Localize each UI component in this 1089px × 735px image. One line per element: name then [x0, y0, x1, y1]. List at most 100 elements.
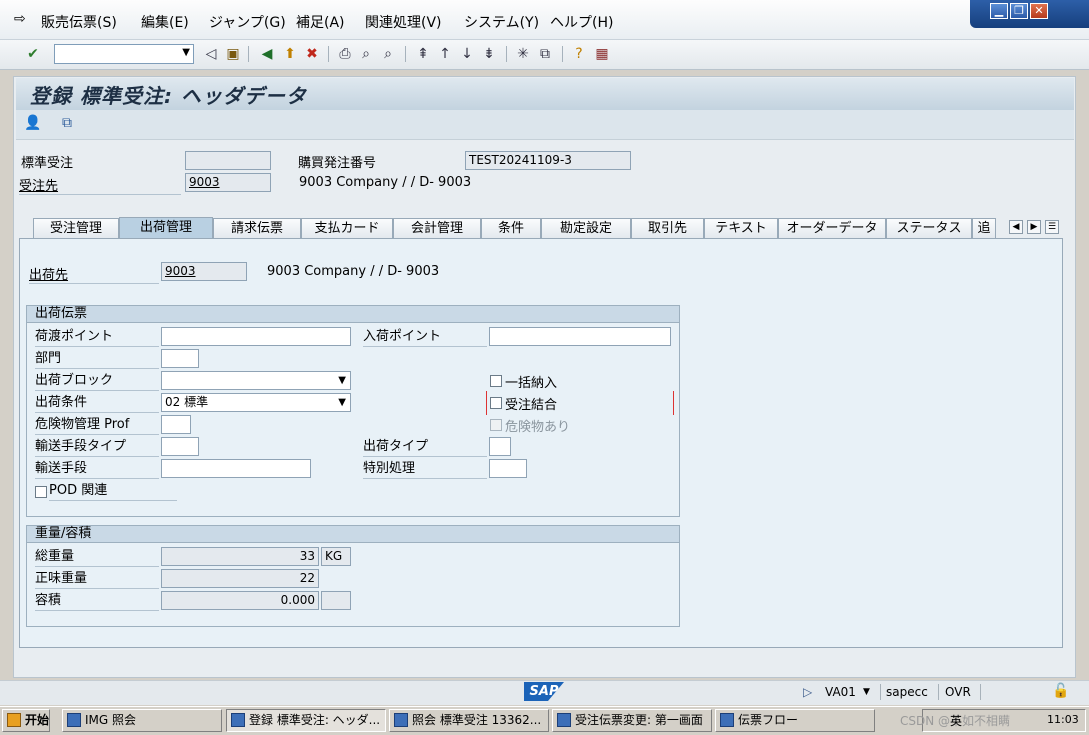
chevron-down-icon[interactable]: ▼ — [338, 394, 346, 411]
task-change-order[interactable]: 受注伝票変更: 第一画面 — [552, 709, 712, 732]
system-name: sapecc — [886, 685, 928, 699]
chevron-down-icon[interactable]: ▼ — [182, 47, 190, 58]
tab-partners[interactable]: 取引先 — [631, 218, 704, 238]
tab-scroll-right-icon[interactable]: ▶ — [1027, 220, 1041, 234]
ship-to-field[interactable]: 9003 — [161, 262, 247, 281]
shipping-point-field[interactable] — [161, 327, 351, 346]
tab-scroll-left-icon[interactable]: ◀ — [1009, 220, 1023, 234]
system-menu-icon[interactable]: ⇨ — [14, 11, 26, 27]
department-field[interactable] — [161, 349, 199, 368]
tab-order-data[interactable]: オーダーデータ — [778, 218, 886, 238]
order-combination-checkbox[interactable] — [490, 397, 502, 409]
previous-page-icon[interactable]: ↑ — [436, 45, 454, 63]
dangerous-goods-checkbox — [490, 419, 502, 431]
layout-menu-icon[interactable]: ▦ — [593, 45, 611, 63]
back-icon[interactable]: ◀ — [258, 45, 276, 63]
restore-button[interactable]: ❐ — [1010, 3, 1028, 19]
status-expand-icon[interactable]: ▷ — [803, 685, 812, 699]
task-display-order[interactable]: 照会 標準受注 13362... — [389, 709, 549, 732]
close-button[interactable]: ✕ — [1030, 3, 1048, 19]
print-icon[interactable]: ⎙ — [336, 45, 354, 63]
shipping-conditions-select[interactable]: 02 標準 ▼ — [161, 393, 351, 412]
weight-group-title: 重量/容積 — [27, 526, 679, 543]
shipping-type-field[interactable] — [489, 437, 511, 456]
chevron-down-icon[interactable]: ▼ — [338, 372, 346, 389]
po-number-field: TEST20241109-3 — [465, 151, 631, 170]
total-weight-label: 総重量 — [35, 547, 159, 567]
tab-conditions[interactable]: 条件 — [481, 218, 541, 238]
insert-mode: OVR — [945, 685, 971, 699]
total-weight-field: 33 — [161, 547, 319, 566]
menu-sales-document[interactable]: 販売伝票(S) — [41, 12, 117, 32]
dg-profile-label: 危険物管理 Prof — [35, 415, 159, 435]
transport-means-label: 輸送手段 — [35, 459, 159, 479]
transport-means-field[interactable] — [161, 459, 311, 478]
tab-accounting[interactable]: 会計管理 — [393, 218, 481, 238]
windows-icon — [7, 713, 21, 727]
doc-type-field — [185, 151, 271, 170]
shipping-type-label: 出荷タイプ — [363, 437, 487, 457]
net-weight-field: 22 — [161, 569, 319, 588]
pod-relevant-checkbox[interactable] — [35, 486, 47, 498]
tab-sales[interactable]: 受注管理 — [33, 218, 119, 238]
receiving-point-field[interactable] — [489, 327, 671, 346]
tray-clock: 11:03 — [1047, 713, 1079, 726]
tab-billing[interactable]: 請求伝票 — [213, 218, 301, 238]
find-icon[interactable]: ⌕ — [357, 45, 375, 63]
save-icon[interactable]: ▣ — [224, 45, 242, 63]
task-document-flow[interactable]: 伝票フロー — [715, 709, 875, 732]
sold-to-field[interactable]: 9003 — [185, 173, 271, 192]
find-next-icon[interactable]: ⌕ — [379, 45, 397, 63]
start-button[interactable]: 开始 — [2, 709, 50, 732]
minimize-button[interactable]: ▁ — [990, 3, 1008, 19]
tab-list-icon[interactable]: ☰ — [1045, 220, 1059, 234]
dg-profile-field[interactable] — [161, 415, 191, 434]
tray-language[interactable]: 英 — [950, 712, 962, 729]
transport-type-field[interactable] — [161, 437, 199, 456]
delivery-block-select[interactable]: ▼ — [161, 371, 351, 390]
menu-edit[interactable]: 編集(E) — [141, 12, 189, 32]
complete-delivery-checkbox[interactable] — [490, 375, 502, 387]
last-page-icon[interactable]: ⇟ — [480, 45, 498, 63]
shortcut-icon[interactable]: ⧉ — [536, 45, 554, 63]
document-flow-icon[interactable]: ⧉ — [58, 114, 76, 132]
tab-account-assignment[interactable]: 勘定設定 — [541, 218, 631, 238]
menu-goto[interactable]: ジャンプ(G) — [209, 12, 286, 32]
task-img[interactable]: IMG 照会 — [62, 709, 222, 732]
menu-help[interactable]: ヘルプ(H) — [550, 12, 613, 32]
tab-additional[interactable]: 追 — [972, 218, 996, 238]
order-combination-label: 受注結合 — [505, 398, 558, 413]
first-page-icon[interactable]: ⇞ — [414, 45, 432, 63]
volume-label: 容積 — [35, 591, 159, 611]
shipping-point-label: 荷渡ポイント — [35, 327, 159, 347]
ship-to-label[interactable]: 出荷先 — [29, 264, 159, 284]
command-field[interactable]: ▼ — [54, 44, 194, 64]
tab-payment-card[interactable]: 支払カード — [301, 218, 393, 238]
sold-to-description: 9003 Company / / D- 9003 — [299, 175, 472, 190]
volume-field: 0.000 — [161, 591, 319, 610]
menu-extras[interactable]: 補足(A) — [296, 12, 345, 32]
exit-icon[interactable]: ⬆ — [281, 45, 299, 63]
enter-icon[interactable]: ✔ — [24, 45, 42, 63]
cancel-icon[interactable]: ✖ — [303, 45, 321, 63]
menu-environment[interactable]: 関連処理(V) — [365, 12, 442, 32]
next-page-icon[interactable]: ↓ — [458, 45, 476, 63]
complete-delivery-label: 一括納入 — [505, 376, 558, 391]
person-icon[interactable]: 👤 — [24, 114, 42, 132]
task-create-order[interactable]: 登録 標準受注: ヘッダ... — [226, 709, 386, 732]
sold-to-label[interactable]: 受注先 — [19, 175, 181, 195]
help-icon[interactable]: ? — [570, 45, 588, 63]
window-icon — [720, 713, 734, 727]
chevron-down-icon[interactable]: ▼ — [863, 687, 870, 697]
special-processing-label: 特別処理 — [363, 459, 487, 479]
tab-status[interactable]: ステータス — [886, 218, 972, 238]
triangle-left-icon[interactable]: ◁ — [202, 45, 220, 63]
transport-type-label: 輸送手段タイプ — [35, 437, 159, 457]
menu-system[interactable]: システム(Y) — [464, 12, 539, 32]
new-session-icon[interactable]: ✳ — [514, 45, 532, 63]
ship-to-description: 9003 Company / / D- 9003 — [267, 264, 440, 279]
menu-bar: ⇨ 販売伝票(S) 編集(E) ジャンプ(G) 補足(A) 関連処理(V) シス… — [0, 0, 1089, 40]
special-processing-field[interactable] — [489, 459, 527, 478]
tab-shipping[interactable]: 出荷管理 — [119, 217, 213, 239]
tab-texts[interactable]: テキスト — [704, 218, 778, 238]
